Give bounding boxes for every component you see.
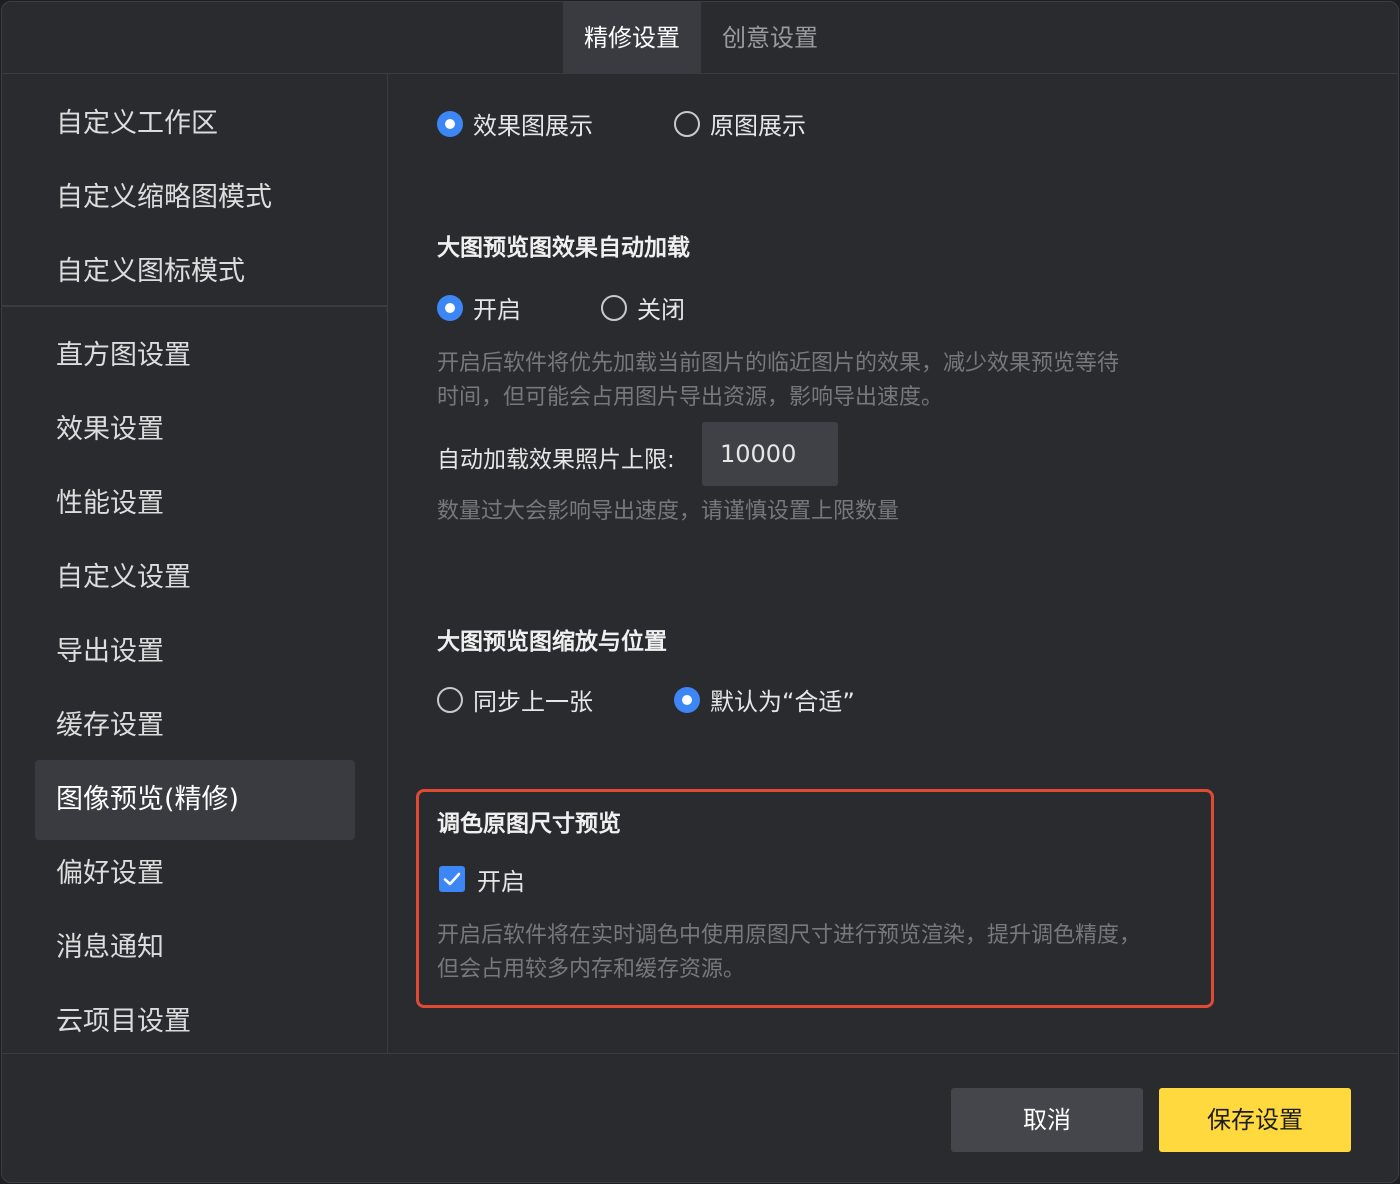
radio-auto-load-off[interactable]: 关闭 bbox=[601, 290, 685, 325]
check-icon bbox=[443, 872, 461, 886]
radio-checked-icon bbox=[437, 294, 463, 321]
auto-load-limit-input[interactable] bbox=[702, 422, 838, 486]
sidebar-item-custom-workspace[interactable]: 自定义工作区 bbox=[35, 84, 355, 164]
radio-unchecked-icon bbox=[601, 294, 627, 321]
sidebar: 自定义工作区 自定义缩略图模式 自定义图标模式 直方图设置 效果设置 性能设置 … bbox=[2, 74, 388, 1053]
sidebar-item-notifications[interactable]: 消息通知 bbox=[35, 908, 355, 988]
sidebar-item-performance[interactable]: 性能设置 bbox=[35, 464, 355, 544]
sidebar-item-histogram[interactable]: 直方图设置 bbox=[35, 316, 355, 396]
sidebar-item-custom-icon-mode[interactable]: 自定义图标模式 bbox=[35, 232, 355, 312]
sidebar-item-cloud-project[interactable]: 云项目设置 bbox=[35, 982, 355, 1062]
radio-effect-display[interactable]: 效果图展示 bbox=[437, 106, 593, 141]
sidebar-divider bbox=[2, 305, 388, 307]
sidebar-item-custom-thumbnail-mode[interactable]: 自定义缩略图模式 bbox=[35, 158, 355, 238]
sidebar-item-image-preview[interactable]: 图像预览(精修) bbox=[35, 760, 355, 840]
zoom-position-title: 大图预览图缩放与位置 bbox=[437, 629, 667, 655]
radio-checked-icon bbox=[437, 110, 463, 137]
radio-checked-icon bbox=[674, 686, 700, 713]
settings-dialog: 精修设置 创意设置 自定义工作区 自定义缩略图模式 自定义图标模式 直方图设置 … bbox=[1, 1, 1399, 1183]
radio-unchecked-icon bbox=[674, 110, 700, 137]
tab-creative-settings[interactable]: 创意设置 bbox=[701, 2, 839, 74]
original-size-preview-checkbox[interactable] bbox=[439, 866, 465, 892]
radio-sync-previous[interactable]: 同步上一张 bbox=[437, 682, 593, 717]
auto-load-limit-hint: 数量过大会影响导出速度，请谨慎设置上限数量 bbox=[437, 499, 900, 524]
sidebar-item-custom-settings[interactable]: 自定义设置 bbox=[35, 538, 355, 618]
auto-load-title: 大图预览图效果自动加载 bbox=[437, 235, 690, 261]
radio-original-display[interactable]: 原图展示 bbox=[674, 106, 806, 141]
tab-bar: 精修设置 创意设置 bbox=[2, 2, 1398, 74]
original-size-preview-checkbox-label: 开启 bbox=[477, 868, 525, 896]
auto-load-hint-line2: 时间，但可能会占用图片导出资源，影响导出速度。 bbox=[437, 385, 944, 410]
settings-content: 效果图展示 原图展示 大图预览图效果自动加载 开启 关闭 开启后软件将优先加载当… bbox=[389, 74, 1398, 1053]
sidebar-item-export[interactable]: 导出设置 bbox=[35, 612, 355, 692]
auto-load-hint-line1: 开启后软件将优先加载当前图片的临近图片的效果，减少效果预览等待 bbox=[437, 351, 1120, 376]
original-size-preview-hint-line1: 开启后软件将在实时调色中使用原图尺寸进行预览渲染，提升调色精度， bbox=[437, 923, 1142, 948]
original-size-preview-title: 调色原图尺寸预览 bbox=[437, 811, 621, 837]
radio-auto-load-on[interactable]: 开启 bbox=[437, 290, 521, 325]
sidebar-item-preferences[interactable]: 偏好设置 bbox=[35, 834, 355, 914]
auto-load-limit-label: 自动加载效果照片上限: bbox=[437, 447, 675, 473]
dialog-footer: 取消 保存设置 bbox=[2, 1053, 1398, 1182]
original-size-preview-hint-line2: 但会占用较多内存和缓存资源。 bbox=[437, 957, 746, 982]
tab-retouch-settings[interactable]: 精修设置 bbox=[563, 2, 701, 74]
sidebar-item-effects[interactable]: 效果设置 bbox=[35, 390, 355, 470]
save-settings-button[interactable]: 保存设置 bbox=[1159, 1088, 1351, 1152]
sidebar-item-cache[interactable]: 缓存设置 bbox=[35, 686, 355, 766]
cancel-button[interactable]: 取消 bbox=[951, 1088, 1143, 1152]
radio-unchecked-icon bbox=[437, 686, 463, 713]
radio-default-fit[interactable]: 默认为“合适” bbox=[674, 682, 855, 717]
